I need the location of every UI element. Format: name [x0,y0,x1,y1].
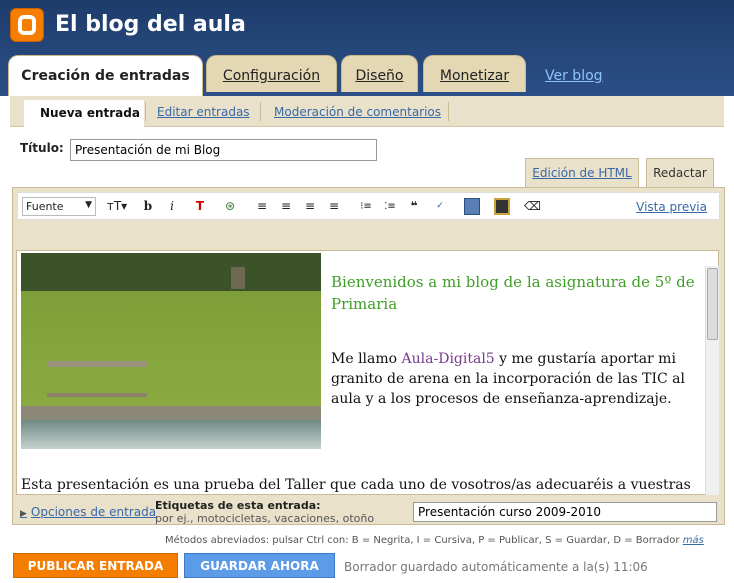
eraser-icon[interactable]: ⌫ [524,198,541,215]
tags-label: Etiquetas de esta entrada: [155,499,321,512]
expand-arrow-icon: ▶ [20,509,27,519]
shortcuts-hint: Métodos abreviados: pulsar Ctrl con: B =… [165,535,704,546]
text-color-icon[interactable]: T [192,198,208,215]
tags-input[interactable] [413,502,717,522]
editor-content[interactable]: Bienvenidos a mi blog de la asignatura d… [16,250,719,495]
preview-link[interactable]: Vista previa [636,200,707,214]
editor-scrollbar[interactable] [705,266,719,495]
subtab-editar-entradas[interactable]: Editar entradas [157,105,250,119]
shortcuts-text: Métodos abreviados: pulsar Ctrl con: B =… [165,535,680,546]
tab-compose[interactable]: Redactar [646,158,714,188]
font-select[interactable]: Fuente ▼ [22,197,96,216]
subtab-nueva-entrada[interactable]: Nueva entrada [24,100,144,127]
author-link[interactable]: Aula-Digital5 [402,351,495,367]
tab-configuracion[interactable]: Configuración [206,55,337,92]
bold-icon[interactable]: b [140,198,156,215]
post-options-label: Opciones de entrada [30,505,157,519]
post-paragraph-2: Esta presentación es una prueba del Tall… [21,477,691,493]
subtab-moderacion-comentarios[interactable]: Moderación de comentarios [274,105,441,119]
editor-toolbar: Fuente ▼ тT▾ b i T ⊛ ≡ ≡ ≡ ≡ ⁝≡ ⁚≡ ❝ ✓ ⌫ … [17,192,720,220]
image-icon[interactable] [464,198,480,215]
chevron-down-icon: ▼ [85,200,92,210]
post-options-link[interactable]: ▶ Opciones de entrada [20,505,156,519]
link-icon[interactable]: ⊛ [222,198,238,215]
align-left-icon[interactable]: ≡ [254,198,270,215]
header-bar: El blog del aula Creación de entradas Co… [0,0,734,96]
autosave-status: Borrador guardado automáticamente a la(s… [344,560,648,574]
spellcheck-icon[interactable]: ✓ [432,198,448,215]
font-size-icon[interactable]: тT▾ [104,198,130,215]
title-label: Título: [20,141,64,155]
align-right-icon[interactable]: ≡ [302,198,318,215]
font-select-label: Fuente [26,200,64,213]
blog-title: El blog del aula [55,12,246,37]
subtab-bar: Nueva entrada Editar entradas Moderación… [0,96,734,127]
justify-icon[interactable]: ≡ [326,198,342,215]
bullet-list-icon[interactable]: ⁚≡ [382,198,398,215]
tags-hint: por ej., motocicletas, vacaciones, otoño [155,512,375,525]
publish-button[interactable]: PUBLICAR ENTRADA [13,553,178,578]
italic-icon[interactable]: i [164,198,180,215]
post-title-input[interactable] [70,139,377,161]
tab-creacion-entradas[interactable]: Creación de entradas [8,55,203,96]
numbered-list-icon[interactable]: ⁝≡ [358,198,374,215]
post-heading: Bienvenidos a mi blog de la asignatura d… [331,273,695,313]
post-paragraph-1: Me llamo Aula-Digital5 y me gustaría apo… [331,349,701,409]
video-icon[interactable] [494,198,510,215]
view-blog-link[interactable]: Ver blog [545,68,603,84]
quote-icon[interactable]: ❝ [406,198,422,215]
blogger-logo-icon[interactable] [10,8,44,42]
more-link[interactable]: más [683,535,704,546]
tab-monetizar[interactable]: Monetizar [423,55,526,92]
para1-text-before: Me llamo [331,351,402,367]
tab-diseno[interactable]: Diseño [341,55,418,92]
save-now-button[interactable]: GUARDAR AHORA [184,553,335,578]
tab-html-edit[interactable]: Edición de HTML [525,158,639,187]
align-center-icon[interactable]: ≡ [278,198,294,215]
park-bench-image [21,253,321,449]
